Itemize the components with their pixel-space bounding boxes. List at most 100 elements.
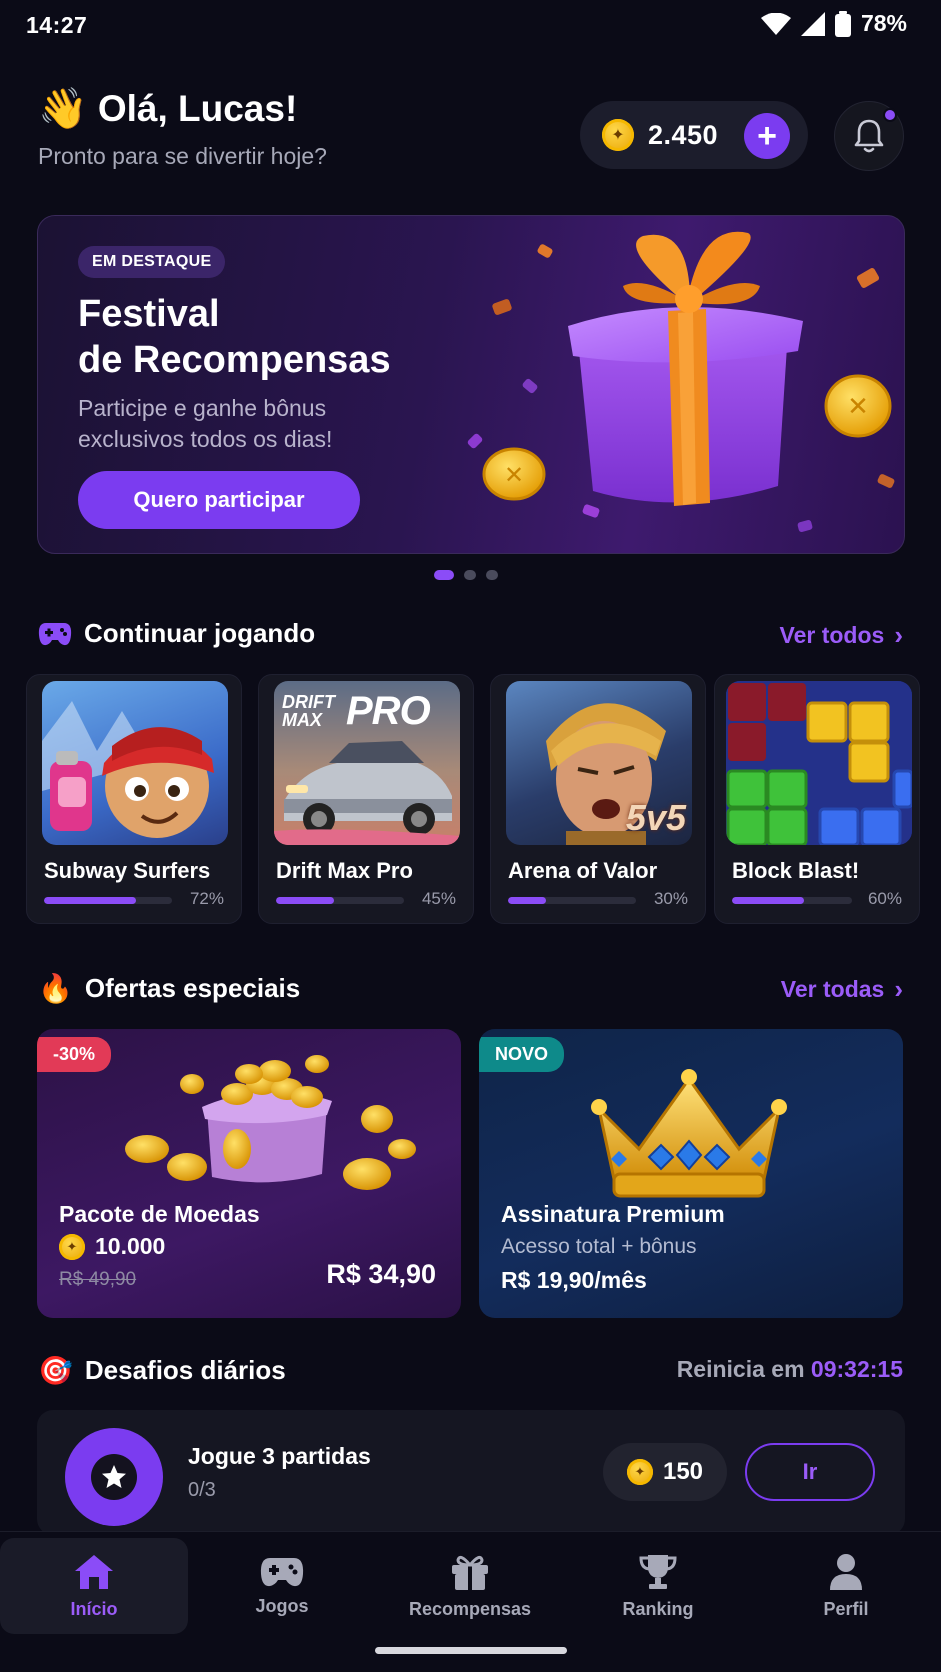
svg-text:✕: ✕ — [847, 392, 869, 422]
reset-timer: Reinicia em 09:32:15 — [677, 1356, 903, 1383]
daily-challenges-title: Desafios diários — [84, 1355, 286, 1385]
status-icons: 78% — [760, 10, 907, 37]
gamepad-icon — [260, 1557, 304, 1586]
see-all-label: Ver todas — [780, 976, 885, 1002]
new-badge: NOVO — [479, 1037, 565, 1072]
coin-balance[interactable]: ✦ 2.450 + — [580, 101, 808, 169]
nav-item-recompensas[interactable]: Recompensas — [376, 1538, 564, 1634]
offer-price: R$ 34,90 — [326, 1259, 436, 1289]
offer-card-coin-pack[interactable]: -30% Pacote de Moedas ✦ 10.000 R$ 49,90 … — [37, 1029, 461, 1318]
game-thumbnail-arena-of-valor: 5v5 — [506, 681, 692, 845]
featured-banner[interactable]: EM DESTAQUE Festival de Recompensas Part… — [37, 215, 905, 554]
game-card-arena-of-valor[interactable]: 5v5 Arena of Valor 30% — [490, 674, 706, 924]
wave-emoji: 👋 — [38, 87, 88, 131]
challenge-card[interactable]: Jogue 3 partidas 0/3 ✦ 150 Ir — [37, 1410, 905, 1535]
challenge-progress: 0/3 — [188, 1479, 216, 1501]
svg-text:✕: ✕ — [504, 461, 524, 489]
game-progress-fill — [44, 897, 137, 904]
coin-icon: ✦ — [59, 1233, 85, 1260]
hero-title-line1: Festival — [78, 293, 220, 335]
offer-old-price: R$ 49,90 — [59, 1269, 137, 1290]
game-progress-label: 72% — [189, 889, 224, 908]
target-icon: 🎯 — [38, 1355, 73, 1386]
arena-logo: 5v5 — [625, 797, 686, 838]
nav-label: Recompensas — [408, 1598, 532, 1619]
chevron-right-icon: › — [894, 974, 903, 1004]
discount-badge: -30% — [37, 1037, 112, 1072]
profile-icon — [830, 1553, 862, 1590]
offer-amount: ✦ 10.000 — [59, 1233, 165, 1260]
gift-icon — [452, 1555, 488, 1590]
reward-amount: 150 — [662, 1458, 704, 1485]
challenge-progress-ring — [65, 1428, 163, 1526]
see-all-games-link[interactable]: Ver todos › — [780, 620, 903, 651]
offer-title: Pacote de Moedas — [59, 1201, 260, 1227]
hero-description: Participe e ganhe bônus exclusivos todos… — [78, 395, 333, 452]
coin-icon: ✦ — [626, 1459, 653, 1485]
special-offers-title: Ofertas especiais — [84, 973, 301, 1003]
fire-icon: 🔥 — [38, 973, 73, 1004]
coin-amount: 2.450 — [648, 119, 719, 150]
carousel-indicators[interactable] — [434, 570, 498, 580]
carousel-dot-active[interactable] — [434, 570, 454, 580]
go-button[interactable]: Ir — [745, 1443, 875, 1501]
game-title: Subway Surfers — [44, 858, 211, 883]
status-time: 14:27 — [26, 12, 88, 38]
nav-item-ranking[interactable]: Ranking — [564, 1538, 752, 1634]
featured-badge: EM DESTAQUE — [78, 246, 226, 278]
greeting-title: Olá, Lucas! — [97, 88, 298, 129]
continue-playing-title: Continuar jogando — [84, 618, 316, 648]
game-progress-fill — [276, 897, 334, 904]
see-all-label: Ver todos — [779, 622, 885, 648]
offer-subtitle: Acesso total + bônus — [501, 1235, 697, 1258]
coin-chest-illustration — [125, 1055, 416, 1190]
home-icon — [75, 1554, 113, 1589]
game-title: Drift Max Pro — [276, 858, 413, 883]
game-progress-label: 60% — [867, 889, 902, 908]
gamepad-icon — [38, 622, 72, 645]
signal-icon — [800, 11, 825, 36]
drift-logo-line1: DRIFT — [282, 692, 335, 712]
offer-title: Assinatura Premium — [501, 1201, 725, 1227]
gift-illustration: ✕ ✕ — [482, 231, 892, 506]
game-card-subway-surfers[interactable]: Subway Surfers 72% — [26, 674, 242, 924]
game-progress-label: 30% — [653, 889, 688, 908]
crown-illustration — [591, 1069, 787, 1198]
nav-label: Jogos — [255, 1595, 309, 1616]
challenge-title: Jogue 3 partidas — [188, 1443, 371, 1469]
game-thumbnail-subway-surfers — [42, 681, 228, 845]
hero-title: Festival de Recompensas — [78, 291, 391, 383]
challenge-reward: ✦ 150 — [603, 1443, 727, 1501]
participate-button[interactable]: Quero participar — [78, 471, 360, 529]
game-progress-bar — [276, 897, 404, 904]
offer-price: R$ 19,90/mês — [501, 1267, 647, 1293]
home-indicator[interactable] — [375, 1647, 567, 1654]
reset-prefix: Reinicia em — [676, 1356, 805, 1382]
section-daily-challenges: 🎯 Desafios diários — [38, 1354, 286, 1387]
chevron-right-icon: › — [894, 620, 903, 650]
game-progress-fill — [732, 897, 804, 904]
notifications-button[interactable] — [834, 101, 904, 171]
game-progress-bar — [508, 897, 636, 904]
wifi-icon — [760, 12, 791, 35]
greeting-subtitle: Pronto para se divertir hoje? — [38, 143, 327, 169]
game-card-block-blast[interactable]: Block Blast! 60% — [714, 674, 920, 924]
carousel-dot[interactable] — [486, 570, 498, 580]
nav-item-perfil[interactable]: Perfil — [752, 1538, 940, 1634]
bell-icon — [854, 119, 884, 153]
nav-item-inicio[interactable]: Início — [0, 1538, 188, 1634]
game-card-drift-max-pro[interactable]: DRIFT MAX PRO Drift Max Pro 45% — [258, 674, 474, 924]
game-thumbnail-drift-max-pro: DRIFT MAX PRO — [274, 681, 460, 845]
notification-dot — [883, 108, 897, 122]
drift-logo-line2: MAX — [282, 710, 322, 730]
nav-item-jogos[interactable]: Jogos — [188, 1538, 376, 1634]
drift-logo: DRIFT MAX — [282, 693, 335, 729]
offer-card-premium[interactable]: NOVO Assinatura Premium Acesso total + b… — [479, 1029, 903, 1318]
coin-icon: ✦ — [602, 119, 634, 151]
game-progress-bar — [44, 897, 172, 904]
game-progress-label: 45% — [421, 889, 456, 908]
see-all-offers-link[interactable]: Ver todas › — [781, 974, 903, 1005]
game-progress-fill — [508, 897, 547, 904]
add-coins-button[interactable]: + — [744, 113, 790, 159]
carousel-dot[interactable] — [464, 570, 476, 580]
